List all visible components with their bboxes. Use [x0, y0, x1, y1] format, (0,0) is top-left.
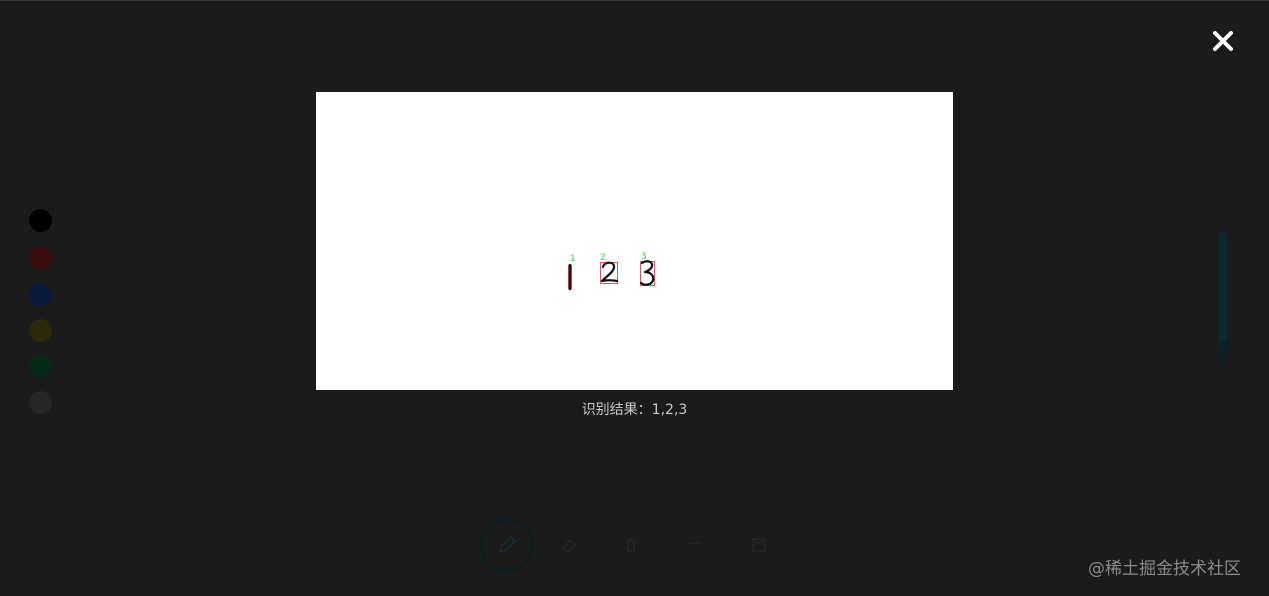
window-top-border — [0, 0, 1269, 1]
slider-knob[interactable] — [1216, 338, 1230, 368]
color-swatch-red[interactable] — [29, 246, 52, 269]
save-icon — [752, 538, 766, 552]
eraser-tool-button[interactable] — [542, 518, 596, 572]
close-button[interactable] — [1210, 28, 1236, 54]
color-swatch-blue[interactable] — [29, 283, 52, 306]
handwritten-digit-1 — [568, 263, 572, 291]
trash-icon — [626, 538, 636, 552]
save-tool-button[interactable] — [732, 518, 786, 572]
eraser-icon — [561, 538, 577, 552]
watermark-text: @稀土掘金技术社区 — [1088, 559, 1241, 579]
brush-size-slider[interactable] — [1219, 232, 1227, 344]
close-icon — [1213, 31, 1233, 51]
pen-icon — [498, 535, 517, 554]
handwritten-digit-2 — [600, 261, 619, 283]
pen-tool-button[interactable] — [480, 518, 534, 572]
line-icon — [688, 542, 702, 544]
clear-tool-button[interactable] — [604, 518, 658, 572]
handwritten-digit-3 — [639, 260, 655, 286]
color-swatch-black[interactable] — [29, 209, 52, 232]
line-tool-button[interactable] — [668, 518, 722, 572]
recognition-result-text: 识别结果：1,2,3 — [581, 402, 688, 418]
drawing-toolbar — [478, 518, 788, 576]
color-swatch-yellow[interactable] — [29, 319, 52, 342]
recognition-canvas: 1 2 3 — [316, 92, 953, 390]
color-swatch-green[interactable] — [29, 355, 52, 378]
